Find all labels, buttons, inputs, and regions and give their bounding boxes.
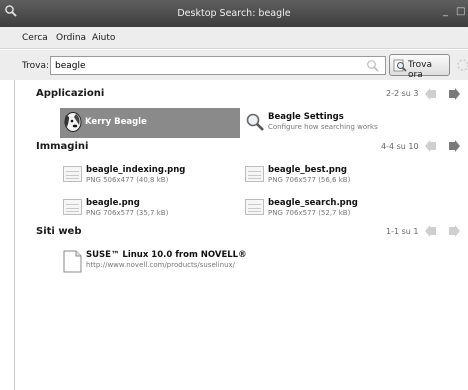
pager-images: 4-4 su 10 [381, 142, 419, 151]
find-now-label: Trova ora [408, 60, 433, 80]
hit-subtitle: Configure how searching works [268, 123, 378, 131]
hit-subtitle: http://www.novell.com/products/suselinux… [86, 261, 236, 269]
pager-websites: 1-1 su 1 [386, 227, 419, 236]
menu-bar: Cerca Ordina Aiuto [0, 27, 468, 49]
menu-cerca[interactable]: Cerca [22, 33, 48, 43]
hit-subtitle: PNG 506x477 (40,8 kB) [86, 176, 169, 184]
minimize-button[interactable]: _ [443, 6, 448, 17]
kerry-beagle-icon [64, 112, 82, 132]
next-arrow-icon[interactable] [448, 225, 460, 237]
search-label: Trova: [22, 61, 50, 71]
prev-arrow-icon[interactable] [425, 225, 437, 237]
search-input[interactable] [50, 56, 386, 75]
hit-title[interactable]: beagle_indexing.png [86, 165, 185, 175]
hit-title[interactable]: SUSE™ Linux 10.0 from NOVELL® [86, 250, 247, 260]
hit-subtitle: PNG 706x577 (35,7 kB) [86, 209, 169, 217]
image-thumbnail [63, 166, 82, 182]
image-thumbnail [63, 199, 82, 215]
image-thumbnail [245, 166, 264, 182]
hit-title[interactable]: beagle_best.png [268, 165, 347, 175]
find-now-button[interactable]: Trova ora [389, 54, 450, 80]
prev-arrow-icon[interactable] [425, 88, 437, 100]
hit-title[interactable]: Beagle Settings [268, 112, 344, 122]
document-icon [63, 250, 82, 273]
magnifier-icon [246, 113, 264, 131]
window-title: Desktop Search: beagle [177, 8, 291, 19]
next-arrow-icon[interactable] [448, 88, 460, 100]
pager-applications: 2-2 su 3 [386, 89, 419, 98]
maximize-button[interactable]: □ [456, 6, 465, 17]
find-icon [393, 59, 407, 72]
image-thumbnail [245, 199, 264, 215]
hit-title: Kerry Beagle [85, 117, 147, 127]
next-arrow-icon[interactable] [448, 140, 460, 152]
hit-subtitle: PNG 706x577 (56,6 kB) [268, 176, 351, 184]
menu-ordina[interactable]: Ordina [56, 33, 86, 43]
hit-title[interactable]: beagle.png [86, 198, 140, 208]
hit-title[interactable]: beagle_search.png [268, 198, 358, 208]
throbber-icon [457, 59, 468, 71]
section-title-websites: Siti web [36, 226, 82, 237]
section-title-images: Immagini [36, 141, 89, 152]
title-bar: Desktop Search: beagle _ □ [0, 0, 468, 27]
hit-subtitle: PNG 706x577 (52,7 kB) [268, 209, 351, 217]
search-clear-icon[interactable] [366, 59, 380, 73]
section-title-applications: Applicazioni [36, 88, 105, 99]
prev-arrow-icon[interactable] [425, 140, 437, 152]
menu-aiuto[interactable]: Aiuto [92, 33, 115, 43]
